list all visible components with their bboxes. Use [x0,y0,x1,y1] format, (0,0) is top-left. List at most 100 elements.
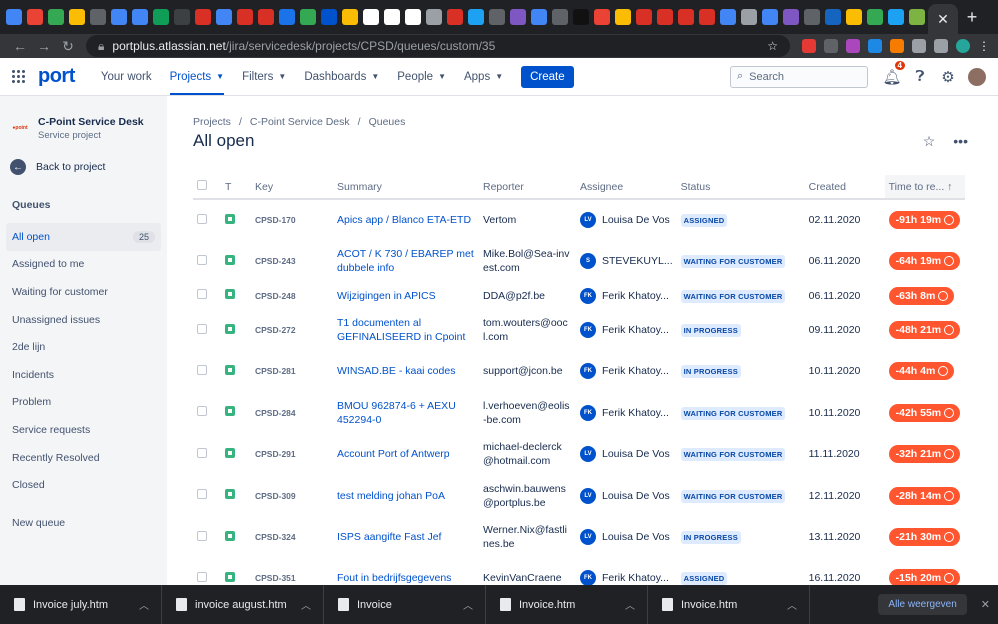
row-checkbox[interactable] [197,571,207,582]
issue-summary-link[interactable]: Account Port of Antwerp [337,447,475,461]
address-bar[interactable]: 🔒︎ portplus.atlassian.net/jira/servicede… [86,35,790,57]
browser-tab-favicon-icon[interactable] [257,9,274,25]
browser-tab-favicon-icon[interactable] [761,9,778,25]
issue-key[interactable]: CPSD-291 [255,449,296,459]
logo[interactable]: port [38,65,75,88]
issue-summary-link[interactable]: test melding johan PoA [337,489,475,503]
row-checkbox[interactable] [197,447,207,458]
issue-summary-link[interactable]: Wijzigingen in APICS [337,289,475,303]
chevron-up-icon[interactable]: ︿ [463,597,473,612]
sidebar-queue-item[interactable]: Service requests [6,416,161,444]
sidebar-queue-item[interactable]: Recently Resolved [6,444,161,472]
issue-summary-link[interactable]: ACOT / K 730 / EBAREP met dubbele info [337,247,475,275]
new-queue-link[interactable]: New queue [6,509,161,537]
assignee-header[interactable]: Assignee [576,175,677,200]
browser-tab-favicon-icon[interactable] [194,9,211,25]
row-checkbox[interactable] [197,406,207,417]
table-row[interactable]: CPSD-248 Wijzigingen in APICS DDA@p2f.be FK… [193,282,965,310]
browser-tab-favicon-icon[interactable] [383,9,400,25]
download-item[interactable]: Invoice.htm ︿ [648,585,810,624]
table-row[interactable]: CPSD-243 ACOT / K 730 / EBAREP met dubbel… [193,240,965,281]
browser-tab-favicon-icon[interactable] [803,9,820,25]
profile-avatar-icon[interactable] [956,39,970,53]
browser-tab-favicon-icon[interactable] [593,9,610,25]
search-input[interactable]: ⌕ Search [730,65,868,88]
issue-key[interactable]: CPSD-170 [255,215,296,225]
table-row[interactable]: CPSD-324 ISPS aangifte Fast Jef Werner.Nix… [193,516,965,557]
issue-key[interactable]: CPSD-248 [255,291,296,301]
browser-tab-favicon-icon[interactable] [320,9,337,25]
forward-arrow-icon[interactable]: → [32,38,56,54]
row-checkbox[interactable] [197,530,207,541]
issue-summary-link[interactable]: BMOU 962874-6 + AEXU 452294-0 [337,399,475,427]
browser-tab-favicon-icon[interactable] [698,9,715,25]
issue-summary-link[interactable]: Apics app / Blanco ETA-ETD [337,213,475,227]
issue-key[interactable]: CPSD-284 [255,408,296,418]
help-icon[interactable]: ❓︎ [906,68,934,85]
sidebar-queue-item[interactable]: Problem [6,389,161,417]
nav-filters[interactable]: Filters ▼ [242,58,286,95]
browser-tab-favicon-icon[interactable] [152,9,169,25]
browser-tab-favicon-icon[interactable] [719,9,736,25]
table-row[interactable]: CPSD-309 test melding johan PoA aschwin.ba… [193,475,965,516]
browser-tab-favicon-icon[interactable] [299,9,316,25]
sidebar-queue-item[interactable]: Closed [6,471,161,499]
table-row[interactable]: CPSD-284 BMOU 962874-6 + AEXU 452294-0 l.v… [193,392,965,433]
create-button[interactable]: Create [521,65,574,88]
sidebar-queue-item[interactable]: Assigned to me [6,251,161,279]
browser-tab-favicon-icon[interactable] [824,9,841,25]
browser-tab-favicon-icon[interactable] [782,9,799,25]
sidebar-queue-item[interactable]: 2de lijn [6,333,161,361]
new-tab-button[interactable]: + [960,7,984,28]
chevron-up-icon[interactable]: ︿ [787,597,797,612]
browser-tab-favicon-icon[interactable] [488,9,505,25]
active-tab-close-icon[interactable]: ✕ [928,4,958,34]
nav-apps[interactable]: Apps ▼ [464,58,503,95]
chevron-up-icon[interactable]: ︿ [625,597,635,612]
browser-tab-favicon-icon[interactable] [887,9,904,25]
issue-key[interactable]: CPSD-281 [255,366,296,376]
nav-projects[interactable]: Projects ▼ [169,58,225,95]
menu-dots-icon[interactable]: ⋮ [978,39,990,53]
extension-icon[interactable] [890,39,904,53]
chevron-up-icon[interactable]: ︿ [301,597,311,612]
extension-icon[interactable] [868,39,882,53]
back-arrow-icon[interactable]: ← [8,38,32,54]
browser-tab-favicon-icon[interactable] [5,9,22,25]
browser-tab-favicon-icon[interactable] [677,9,694,25]
browser-tab-favicon-icon[interactable] [509,9,526,25]
browser-tab-favicon-icon[interactable] [866,9,883,25]
row-checkbox[interactable] [197,489,207,500]
reporter-header[interactable]: Reporter [479,175,576,200]
browser-tab-favicon-icon[interactable] [425,9,442,25]
key-header[interactable]: Key [251,175,333,200]
summary-header[interactable]: Summary [333,175,479,200]
browser-tab-favicon-icon[interactable] [215,9,232,25]
browser-tab-favicon-icon[interactable] [341,9,358,25]
breadcrumb-queues[interactable]: Queues [369,116,406,128]
row-checkbox[interactable] [197,254,207,265]
browser-tab-favicon-icon[interactable] [278,9,295,25]
table-row[interactable]: CPSD-170 Apics app / Blanco ETA-ETD Vertom… [193,199,965,240]
browser-tab-favicon-icon[interactable] [845,9,862,25]
nav-people[interactable]: People ▼ [397,58,446,95]
browser-tab-favicon-icon[interactable] [89,9,106,25]
browser-tab-favicon-icon[interactable] [68,9,85,25]
sidebar-queue-item[interactable]: Unassigned issues [6,306,161,334]
status-header[interactable]: Status [676,175,805,200]
close-downloads-icon[interactable]: ✕ [981,598,990,611]
type-header[interactable]: T [221,175,251,200]
select-all-checkbox[interactable] [197,180,207,190]
sidebar-queue-item[interactable]: Incidents [6,361,161,389]
issue-key[interactable]: CPSD-309 [255,491,296,501]
show-all-downloads-button[interactable]: Alle weergeven [878,594,967,615]
reload-icon[interactable]: ↻ [56,38,80,55]
browser-tab-favicon-icon[interactable] [131,9,148,25]
user-avatar[interactable] [968,67,986,86]
browser-tab-favicon-icon[interactable] [614,9,631,25]
browser-tab-favicon-icon[interactable] [404,9,421,25]
browser-tab-favicon-icon[interactable] [908,9,925,25]
browser-tab-favicon-icon[interactable] [446,9,463,25]
extension-icon[interactable] [824,39,838,53]
puzzle-icon[interactable] [912,39,926,53]
